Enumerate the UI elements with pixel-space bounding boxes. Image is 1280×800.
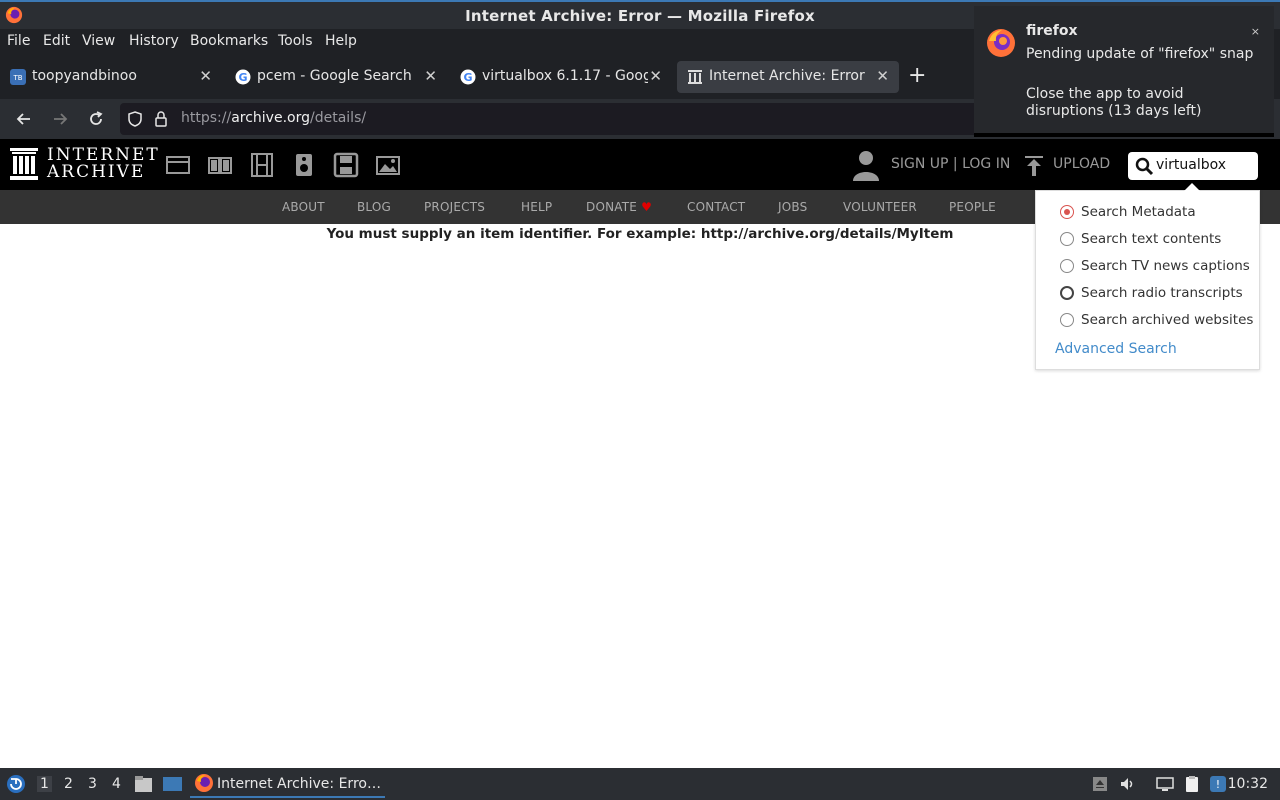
user-avatar-icon[interactable] — [852, 149, 880, 181]
google-icon: G — [235, 69, 251, 85]
firefox-icon — [195, 774, 213, 792]
reload-icon[interactable] — [86, 109, 106, 129]
google-icon: G — [460, 69, 476, 85]
video-icon[interactable] — [249, 152, 275, 178]
dropdown-caret — [1184, 183, 1200, 191]
nav-people[interactable]: PEOPLE — [949, 200, 996, 214]
url-bar[interactable]: https://archive.org/details/ — [120, 103, 980, 135]
nav-help[interactable]: HELP — [521, 200, 552, 214]
show-desktop-icon[interactable] — [162, 775, 183, 793]
nav-about[interactable]: ABOUT — [282, 200, 325, 214]
menu-edit[interactable]: Edit — [43, 33, 70, 49]
nav-donate[interactable]: DONATE ♥ — [586, 200, 652, 214]
menu-bookmarks[interactable]: Bookmarks — [190, 33, 268, 49]
workspace-2[interactable]: 2 — [64, 776, 73, 792]
heart-icon: ♥ — [641, 200, 653, 214]
tab-label: pcem - Google Search — [257, 68, 412, 84]
file-manager-icon[interactable] — [134, 775, 153, 793]
svg-text:G: G — [238, 71, 247, 84]
firefox-icon — [987, 29, 1015, 57]
svg-text:!: ! — [1216, 778, 1220, 791]
taskbar-window-firefox[interactable]: Internet Archive: Erro… — [190, 770, 385, 798]
svg-text:TB: TB — [12, 74, 22, 82]
texts-icon[interactable] — [207, 152, 233, 178]
radio-unselected[interactable] — [1060, 286, 1074, 300]
svg-text:G: G — [463, 71, 472, 84]
radio-unselected[interactable] — [1060, 313, 1074, 327]
forward-icon[interactable] — [50, 109, 70, 129]
tab-internet-archive-error[interactable]: Internet Archive: Error ✕ — [677, 61, 899, 93]
eject-icon[interactable] — [1091, 775, 1109, 793]
nav-blog[interactable]: BLOG — [357, 200, 391, 214]
menu-help[interactable]: Help — [325, 33, 357, 49]
notification-detail: Close the app to avoid disruptions (13 d… — [1026, 86, 1202, 119]
tab-close-icon[interactable]: ✕ — [876, 67, 889, 85]
tab-label: toopyandbinoo — [32, 68, 137, 84]
upload-link[interactable]: UPLOAD — [1053, 156, 1110, 172]
tab-toopyandbinoo[interactable]: TB toopyandbinoo ✕ — [0, 61, 222, 93]
archive-icon — [688, 70, 702, 84]
screen: { "window": { "title": "Internet Archive… — [0, 0, 1280, 800]
url-text: https://archive.org/details/ — [181, 110, 367, 126]
menu-tools[interactable]: Tools — [278, 33, 313, 49]
clock[interactable]: 10:32 — [1228, 776, 1268, 792]
nav-volunteer[interactable]: VOLUNTEER — [843, 200, 917, 214]
search-value: virtualbox — [1156, 157, 1227, 173]
radio-unselected[interactable] — [1060, 259, 1074, 273]
signup-login-link[interactable]: SIGN UP | LOG IN — [891, 156, 1010, 172]
close-icon[interactable]: × — [1251, 25, 1260, 38]
search-icon[interactable] — [1135, 157, 1154, 176]
clipboard-icon[interactable] — [1183, 775, 1201, 793]
radio-unselected[interactable] — [1060, 232, 1074, 246]
back-icon[interactable] — [14, 109, 34, 129]
network-icon[interactable] — [1156, 775, 1174, 793]
menu-history[interactable]: History — [129, 33, 179, 49]
tab-virtualbox[interactable]: G virtualbox 6.1.17 - Google Search ✕ — [450, 61, 672, 93]
new-tab-button[interactable]: + — [908, 63, 926, 88]
internet-archive-logo-icon[interactable] — [10, 147, 38, 181]
start-menu-icon[interactable] — [6, 774, 26, 794]
lock-icon[interactable] — [153, 110, 169, 128]
upload-icon[interactable] — [1024, 155, 1044, 177]
notification-app: firefox — [1026, 23, 1078, 39]
update-notifier-icon[interactable]: ! — [1209, 775, 1227, 793]
workspace-1[interactable]: 1 — [37, 776, 52, 792]
search-options-dropdown: Search Metadata Search text contents Sea… — [1035, 183, 1260, 370]
advanced-search-link[interactable]: Advanced Search — [1055, 341, 1177, 357]
volume-icon[interactable] — [1119, 775, 1137, 793]
ia-search-input[interactable]: virtualbox — [1128, 152, 1258, 180]
nav-projects[interactable]: PROJECTS — [424, 200, 485, 214]
site-favicon-icon: TB — [10, 69, 26, 85]
ia-wordmark[interactable]: INTERNET ARCHIVE — [47, 147, 160, 181]
tab-label: Internet Archive: Error — [709, 68, 865, 84]
taskbar-window-label: Internet Archive: Erro… — [217, 776, 381, 792]
tab-close-icon[interactable]: ✕ — [424, 67, 437, 85]
ia-top-nav: INTERNET ARCHIVE SIGN UP | LOG IN UPLOAD … — [0, 139, 1280, 190]
audio-icon[interactable] — [291, 152, 317, 178]
shield-icon[interactable] — [126, 110, 144, 128]
tab-label: virtualbox 6.1.17 - Google Search — [482, 68, 648, 84]
taskbar: 1 2 3 4 Internet Archive: Erro… ! 10:32 — [0, 768, 1280, 800]
notification-body: Pending update of "firefox" snap — [1026, 46, 1254, 62]
radio-selected[interactable] — [1060, 205, 1074, 219]
tab-close-icon[interactable]: ✕ — [199, 67, 212, 85]
update-notification[interactable]: firefox Pending update of "firefox" snap… — [974, 6, 1274, 137]
software-icon[interactable] — [333, 152, 359, 178]
workspace-4[interactable]: 4 — [112, 776, 121, 792]
menu-file[interactable]: File — [7, 33, 30, 49]
tab-close-icon[interactable]: ✕ — [649, 67, 662, 85]
workspace-3[interactable]: 3 — [88, 776, 97, 792]
tab-pcem[interactable]: G pcem - Google Search ✕ — [225, 61, 447, 93]
web-icon[interactable] — [165, 152, 191, 178]
nav-jobs[interactable]: JOBS — [778, 200, 807, 214]
images-icon[interactable] — [375, 152, 401, 178]
nav-contact[interactable]: CONTACT — [687, 200, 745, 214]
menu-view[interactable]: View — [82, 33, 115, 49]
